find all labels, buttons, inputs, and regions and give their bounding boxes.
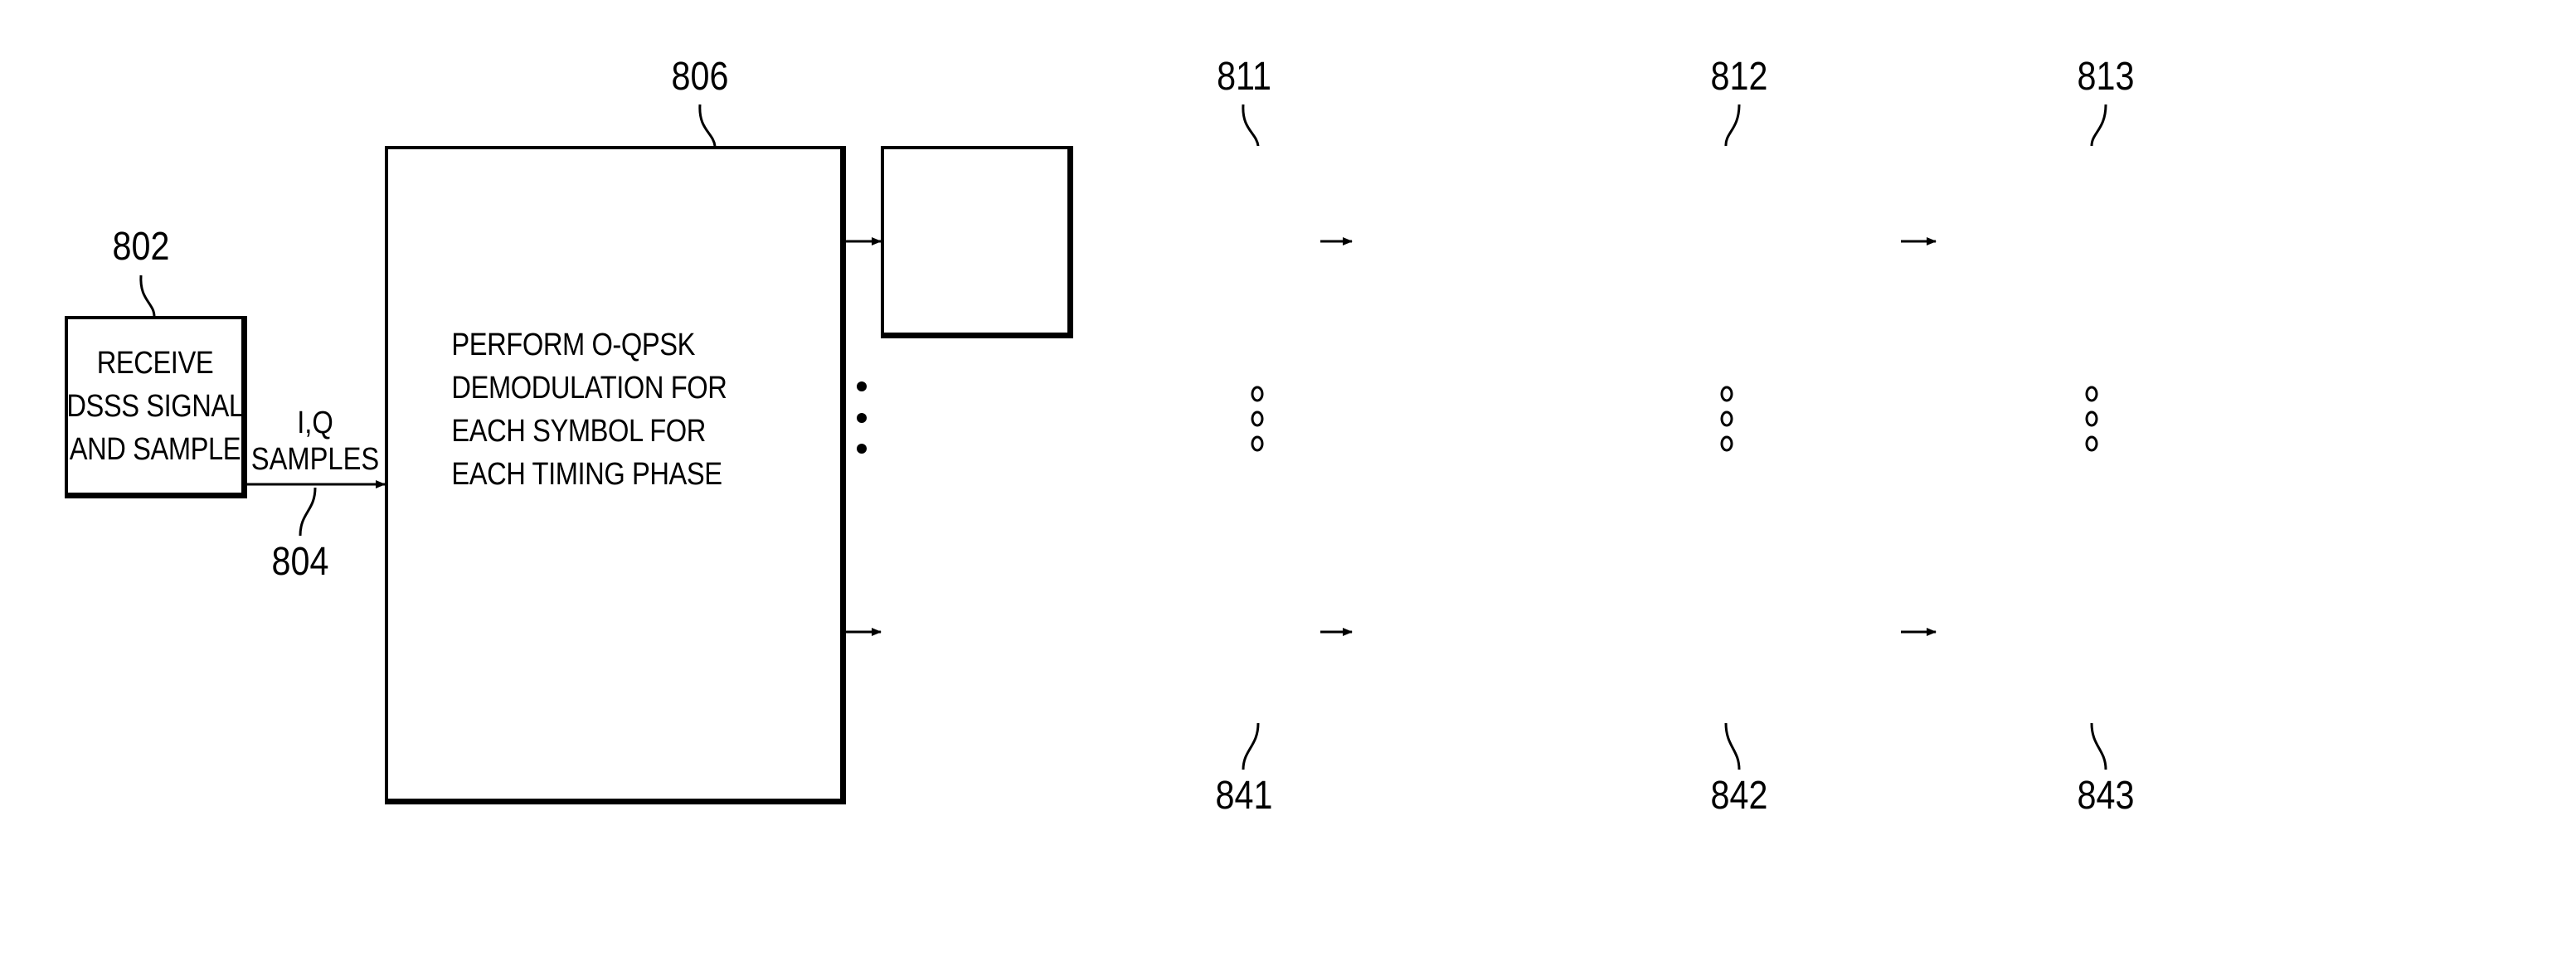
ellipsis-hollow-811: [1251, 386, 1264, 452]
block-806-text: PERFORM O-QPSK DEMODULATION FOR EACH SYM…: [451, 323, 727, 496]
ellipsis-hollow-813: [2085, 386, 2098, 452]
leader-802: [139, 274, 156, 318]
ref-806: 806: [671, 55, 729, 99]
block-802-receive-dsss: RECEIVE DSSS SIGNAL AND SAMPLE: [65, 316, 247, 498]
block-text-line: EACH TIMING PHASE: [451, 457, 722, 492]
leader-811: [1242, 104, 1260, 147]
ref-812: 812: [1710, 55, 1768, 99]
leader-804: [299, 487, 317, 537]
leader-843: [2090, 722, 2107, 770]
ref-842: 842: [1710, 774, 1768, 818]
block-text-line: EACH SYMBOL FOR: [451, 414, 706, 449]
leader-842: [1724, 722, 1741, 770]
ref-841: 841: [1215, 774, 1273, 818]
block-text-line: PERFORM O-QPSK: [451, 328, 695, 362]
ref-843: 843: [2077, 774, 2135, 818]
ref-813: 813: [2077, 55, 2135, 99]
leader-806: [698, 104, 717, 147]
block-811-calc-first: [881, 146, 1073, 338]
signal-label-line: I,Q: [297, 406, 333, 440]
ref-802: 802: [112, 225, 170, 269]
ellipsis-hollow-812: [1720, 386, 1733, 452]
leader-812: [1724, 104, 1741, 147]
ellipsis-filled: [857, 381, 867, 454]
ref-804: 804: [271, 540, 329, 584]
signal-label-iq-samples: I,Q SAMPLES: [244, 405, 386, 478]
ref-811: 811: [1217, 55, 1271, 99]
block-text-line: DSSS SIGNAL: [66, 388, 244, 424]
leader-813: [2090, 104, 2107, 147]
block-text-line: DEMODULATION FOR: [451, 371, 727, 406]
block-text-line: RECEIVE: [96, 345, 213, 381]
leader-841: [1242, 722, 1260, 770]
block-text-line: AND SAMPLE: [69, 431, 241, 467]
signal-label-line: SAMPLES: [250, 442, 380, 477]
